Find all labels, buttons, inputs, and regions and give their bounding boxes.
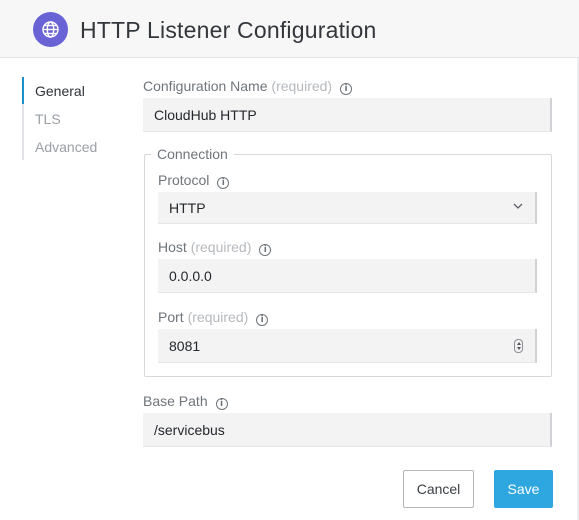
globe-icon [33,12,68,47]
connection-legend: Connection [151,146,234,162]
port-input[interactable]: 8081 [158,329,537,363]
required-hint: (required) [271,78,333,94]
required-hint: (required) [190,239,252,255]
nav-item-tls[interactable]: TLS [35,111,61,127]
host-label: Host (required) i [158,239,272,256]
chevron-down-icon [513,203,523,209]
dialog-header: HTTP Listener Configuration [0,0,579,58]
cancel-button[interactable]: Cancel [403,470,474,508]
required-hint: (required) [187,309,249,325]
port-label: Port (required) i [158,309,269,326]
number-stepper-icon[interactable] [514,339,523,353]
base-path-input[interactable]: /servicebus [143,413,552,447]
active-section-indicator [22,77,24,104]
protocol-label: Protocol i [158,172,230,189]
dialog-title: HTTP Listener Configuration [80,17,377,43]
config-name-input[interactable]: CloudHub HTTP [143,98,552,132]
info-icon[interactable]: i [256,314,269,326]
host-input[interactable]: 0.0.0.0 [158,259,537,293]
save-button[interactable]: Save [494,470,553,508]
info-icon[interactable]: i [215,398,228,410]
info-icon[interactable]: i [340,83,352,95]
nav-item-general[interactable]: General [35,83,85,99]
base-path-label: Base Path i [143,393,228,410]
config-name-label: Configuration Name (required) i [143,78,352,95]
protocol-select[interactable]: HTTP [158,192,537,224]
nav-item-advanced[interactable]: Advanced [35,139,97,155]
info-icon[interactable]: i [217,177,230,189]
info-icon[interactable]: i [259,244,272,256]
section-nav: General TLS Advanced [22,77,122,160]
